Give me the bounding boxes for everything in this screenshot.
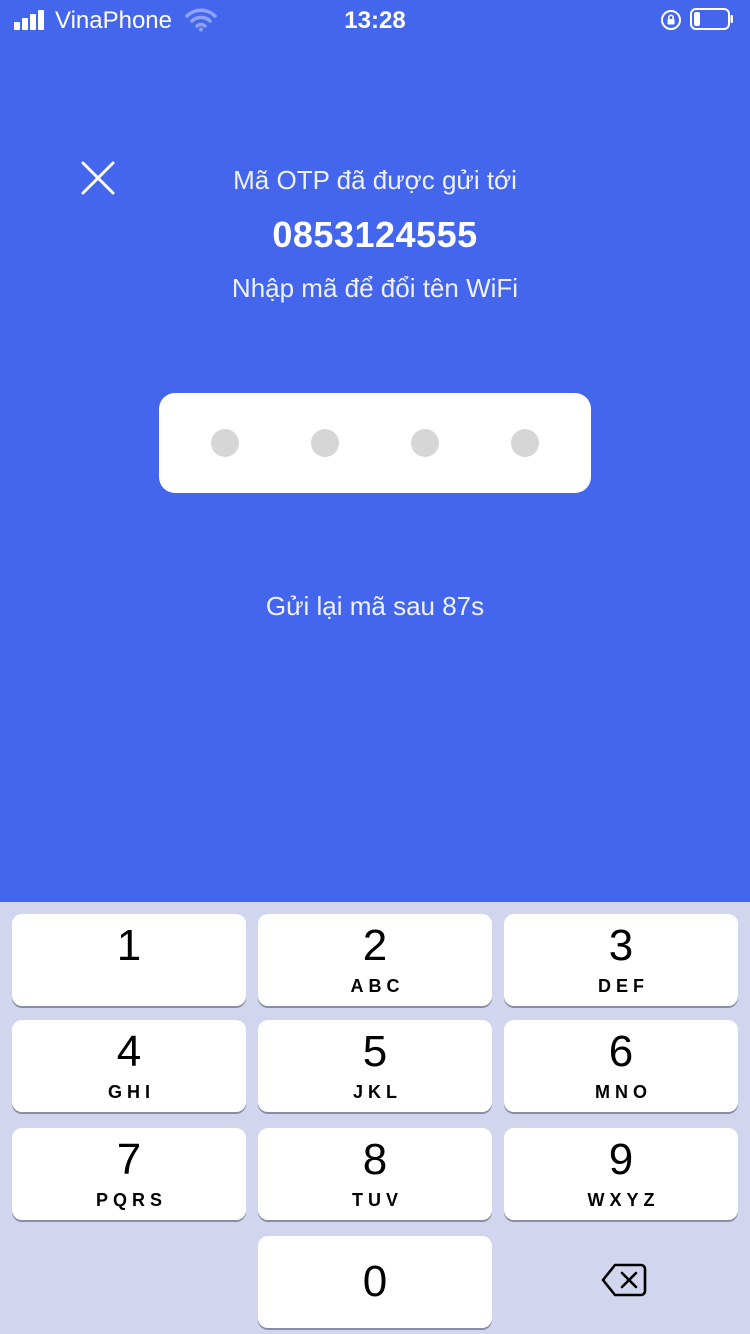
key-letters: ABC bbox=[350, 976, 405, 996]
otp-sent-label: Mã OTP đã được gửi tới bbox=[233, 165, 517, 195]
key-digit: 9 bbox=[608, 1135, 634, 1184]
key-2[interactable]: 2 ABC bbox=[258, 914, 492, 1006]
otp-input[interactable] bbox=[159, 393, 591, 493]
key-digit: 2 bbox=[362, 921, 388, 970]
key-5[interactable]: 5 JKL bbox=[258, 1020, 492, 1112]
key-digit: 4 bbox=[116, 1027, 142, 1076]
key-letters: DEF bbox=[598, 976, 649, 996]
key-digit: 6 bbox=[608, 1027, 634, 1076]
key-letters: WXYZ bbox=[587, 1190, 660, 1210]
key-letters: PQRS bbox=[95, 1190, 167, 1210]
otp-digit-4 bbox=[511, 429, 539, 457]
key-3[interactable]: 3 DEF bbox=[504, 914, 738, 1006]
key-0[interactable]: 0 bbox=[258, 1236, 492, 1328]
status-time: 13:28 bbox=[344, 7, 406, 34]
key-letters: TUV bbox=[352, 1190, 403, 1210]
phone-number: 0853124555 bbox=[272, 214, 478, 255]
key-9[interactable]: 9 WXYZ bbox=[504, 1128, 738, 1220]
rotation-lock-icon bbox=[661, 10, 681, 30]
numeric-keypad: 1 2 ABC 3 DEF 4 GHI 5 JKL 6 MNO 7 PQRS 8… bbox=[0, 902, 750, 1334]
key-digit: 8 bbox=[362, 1135, 388, 1184]
key-4[interactable]: 4 GHI bbox=[12, 1020, 246, 1112]
key-digit: 3 bbox=[608, 921, 634, 970]
status-bar: VinaPhone 13:28 bbox=[0, 0, 750, 40]
key-digit: 7 bbox=[116, 1135, 142, 1184]
key-8[interactable]: 8 TUV bbox=[258, 1128, 492, 1220]
key-digit: 5 bbox=[362, 1027, 388, 1076]
key-1[interactable]: 1 bbox=[12, 914, 246, 1006]
key-letters: GHI bbox=[107, 1082, 155, 1102]
key-letters: JKL bbox=[352, 1082, 402, 1102]
key-6[interactable]: 6 MNO bbox=[504, 1020, 738, 1112]
key-digit: 0 bbox=[362, 1257, 388, 1306]
key-letters: MNO bbox=[595, 1082, 652, 1102]
key-digit: 1 bbox=[116, 921, 142, 970]
resend-countdown: Gửi lại mã sau 87s bbox=[265, 591, 485, 621]
key-7[interactable]: 7 PQRS bbox=[12, 1128, 246, 1220]
otp-digit-2 bbox=[311, 429, 339, 457]
backspace-button[interactable] bbox=[504, 1236, 738, 1328]
backspace-icon bbox=[601, 1263, 647, 1297]
otp-digit-1 bbox=[211, 429, 239, 457]
battery-icon bbox=[690, 8, 733, 30]
otp-digit-3 bbox=[411, 429, 439, 457]
instruction-text: Nhập mã để đổi tên WiFi bbox=[231, 273, 519, 303]
